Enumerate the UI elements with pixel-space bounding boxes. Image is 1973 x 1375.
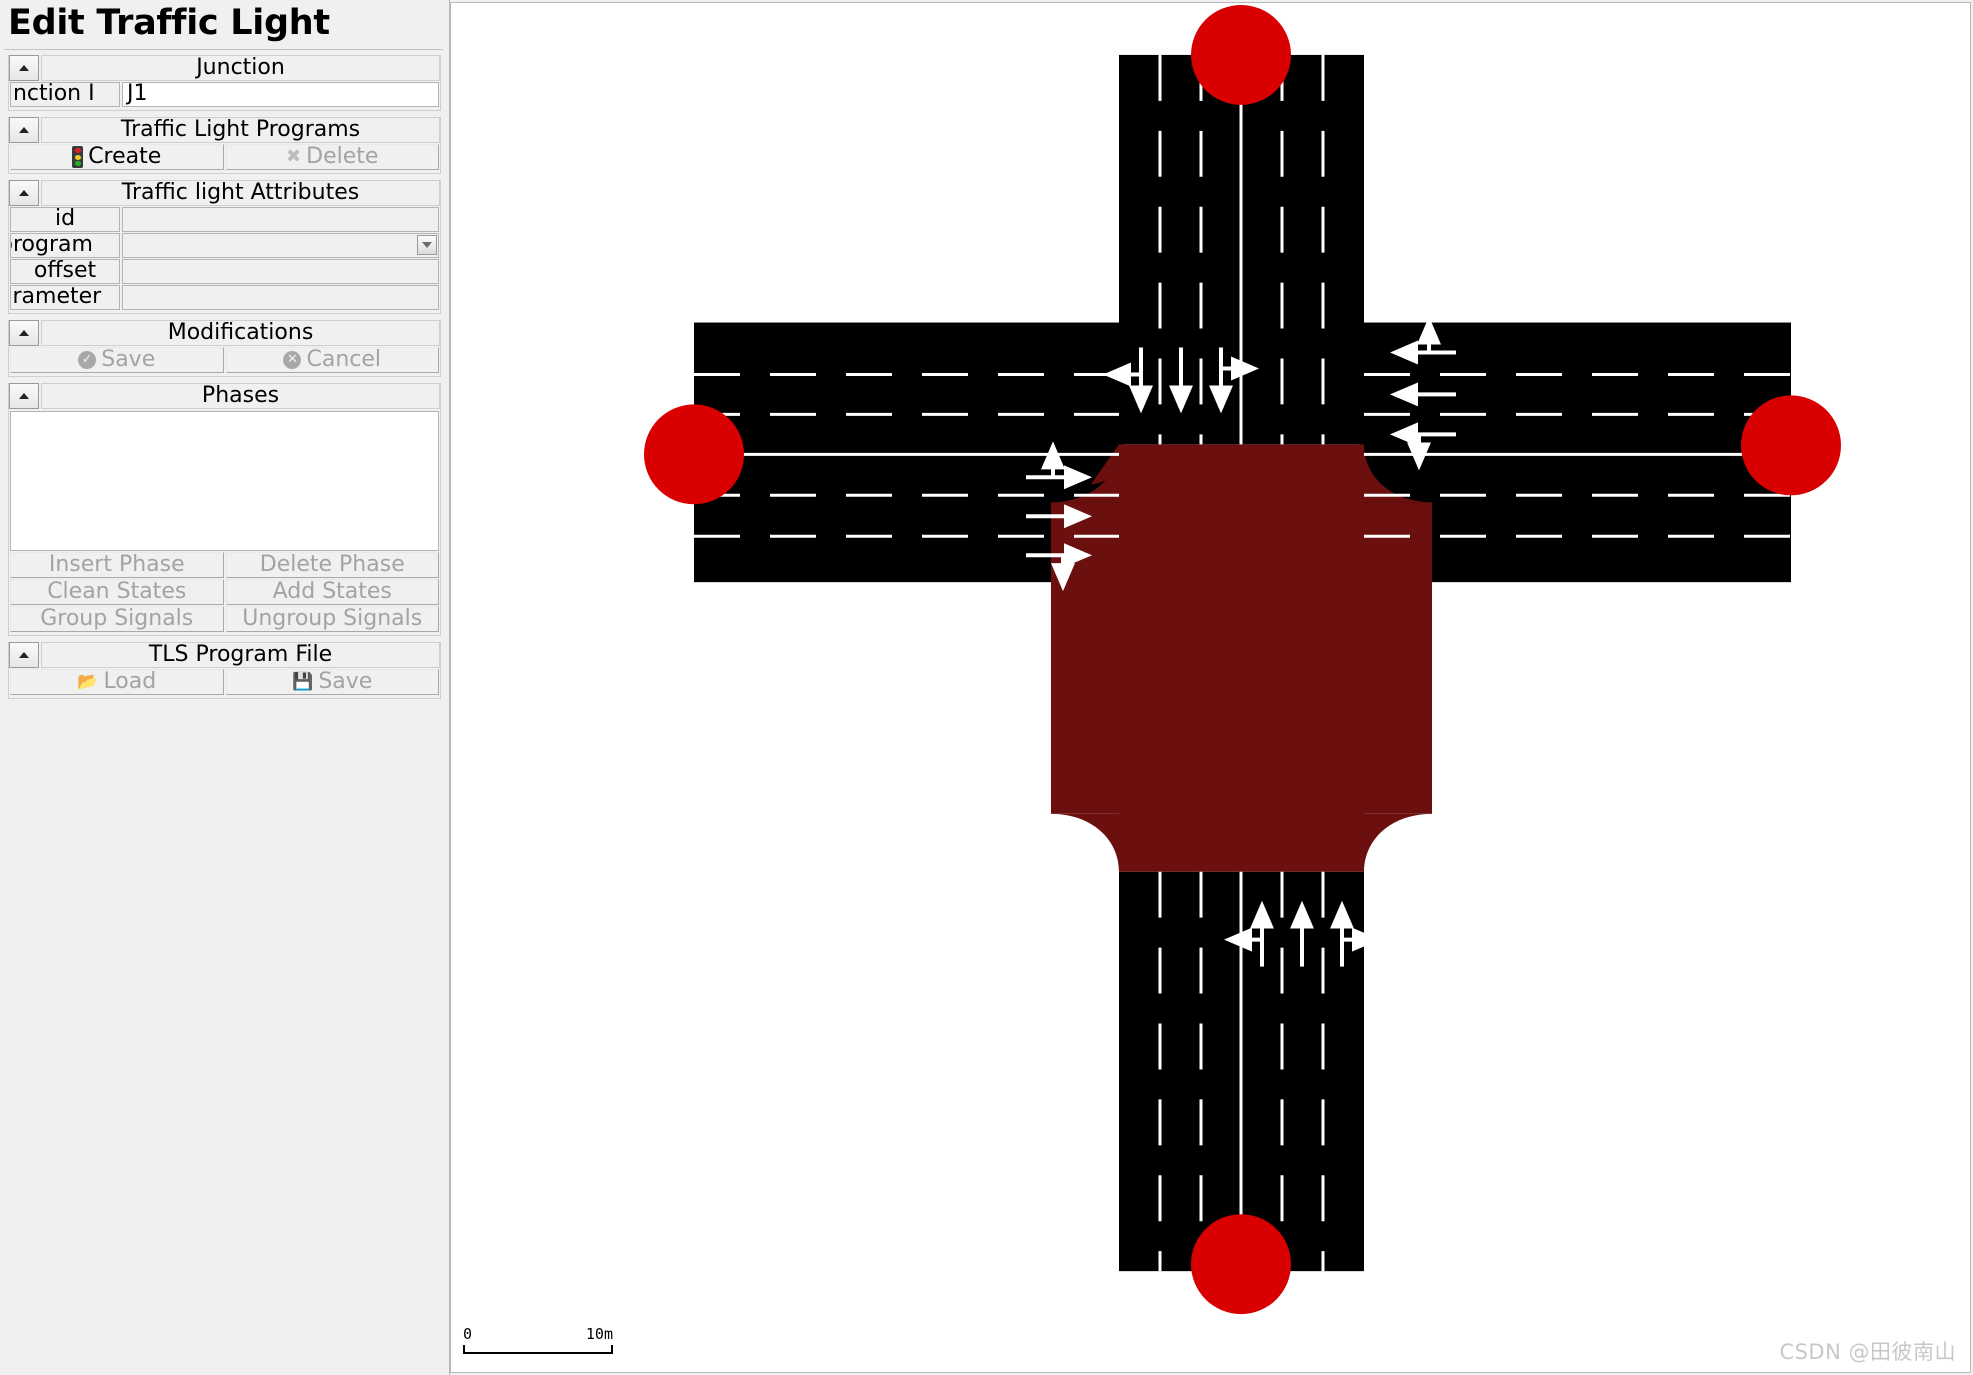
tls-signal-south bbox=[1191, 1214, 1291, 1315]
modifications-collapse-button[interactable] bbox=[9, 320, 39, 346]
modifications-group-header: Modifications bbox=[9, 320, 440, 346]
delete-x-icon: ✖ bbox=[286, 146, 302, 167]
attribute-label-program: program bbox=[10, 233, 120, 258]
network-view[interactable]: .rd { fill: #000000; } .jn { fill: #6b0f… bbox=[451, 3, 1970, 1372]
triangle-up-icon bbox=[19, 393, 29, 399]
triangle-up-icon bbox=[19, 65, 29, 71]
delete-program-button[interactable]: ✖ Delete bbox=[225, 144, 439, 170]
floppy-disk-icon: 💾 bbox=[292, 671, 314, 692]
tls-file-collapse-button[interactable] bbox=[9, 642, 39, 668]
page-title: Edit Traffic Light bbox=[8, 3, 330, 43]
junction-group-header: Junction bbox=[9, 55, 440, 81]
ungroup-signals-button[interactable]: Ungroup Signals bbox=[225, 606, 439, 632]
save-tls-file-label: Save bbox=[318, 669, 373, 694]
chevron-down-icon[interactable] bbox=[417, 235, 437, 255]
attribute-input-parameter[interactable] bbox=[122, 285, 439, 310]
save-tls-file-button[interactable]: 💾 Save bbox=[225, 669, 439, 695]
save-modifications-label: Save bbox=[101, 347, 156, 372]
scale-bar: 0 10m bbox=[463, 1325, 613, 1354]
tls-file-group-header: TLS Program File bbox=[9, 642, 440, 668]
add-states-button[interactable]: Add States bbox=[225, 579, 439, 605]
attribute-row-program: program bbox=[10, 233, 439, 258]
load-tls-file-button[interactable]: 📂 Load bbox=[10, 669, 224, 695]
triangle-up-icon bbox=[19, 330, 29, 336]
attribute-input-id[interactable] bbox=[122, 207, 439, 232]
phases-group-title: Phases bbox=[41, 383, 440, 409]
folder-open-icon: 📂 bbox=[77, 671, 99, 692]
attribute-label-parameter: arameter bbox=[10, 285, 120, 310]
title-divider bbox=[4, 49, 443, 50]
modifications-group-title: Modifications bbox=[41, 320, 440, 346]
triangle-up-icon bbox=[19, 190, 29, 196]
clean-states-button[interactable]: Clean States bbox=[10, 579, 224, 605]
create-program-label: Create bbox=[88, 144, 162, 169]
save-modifications-button[interactable]: ✓ Save bbox=[10, 347, 224, 373]
junction-group-title: Junction bbox=[41, 55, 440, 81]
modifications-group: Modifications ✓ Save ✕ Cancel bbox=[8, 320, 441, 377]
scale-bar-line bbox=[463, 1345, 613, 1354]
create-program-button[interactable]: Create bbox=[10, 144, 224, 170]
junction-id-label: unction I bbox=[10, 82, 120, 107]
attribute-label-id: id bbox=[10, 207, 120, 232]
junction-collapse-button[interactable] bbox=[9, 55, 39, 81]
programs-group-title: Traffic Light Programs bbox=[41, 117, 440, 143]
phases-group: Phases Insert Phase Delete Phase Clean S… bbox=[8, 383, 441, 636]
attributes-collapse-button[interactable] bbox=[9, 180, 39, 206]
attribute-select-program[interactable] bbox=[122, 233, 439, 258]
traffic-light-programs-group: Traffic Light Programs Create ✖ Delete bbox=[8, 117, 441, 174]
watermark-text: CSDN @田彼南山 bbox=[1779, 1340, 1956, 1364]
attributes-group-header: Traffic light Attributes bbox=[9, 180, 440, 206]
attribute-row-offset: offset bbox=[10, 259, 439, 284]
delete-phase-button[interactable]: Delete Phase bbox=[225, 552, 439, 578]
junction-shape-group bbox=[1051, 444, 1432, 872]
phases-button-row-2: Clean States Add States bbox=[10, 579, 439, 605]
phases-button-row-3: Group Signals Ungroup Signals bbox=[10, 606, 439, 632]
programs-collapse-button[interactable] bbox=[9, 117, 39, 143]
phases-list[interactable] bbox=[10, 411, 439, 551]
tls-file-group-title: TLS Program File bbox=[41, 642, 440, 668]
cancel-modifications-button[interactable]: ✕ Cancel bbox=[225, 347, 439, 373]
scale-end-label: 10m bbox=[585, 1325, 613, 1343]
cancel-modifications-label: Cancel bbox=[306, 347, 382, 372]
junction-id-row: unction I J1 bbox=[10, 82, 439, 107]
programs-group-header: Traffic Light Programs bbox=[9, 117, 440, 143]
check-circle-icon: ✓ bbox=[78, 351, 97, 369]
edit-traffic-light-window: Edit Traffic Light Junction unction I J1… bbox=[0, 0, 1973, 1375]
scale-start-label: 0 bbox=[463, 1325, 473, 1343]
tls-file-button-row: 📂 Load 💾 Save bbox=[10, 669, 439, 695]
delete-program-label: Delete bbox=[306, 144, 379, 169]
group-signals-button[interactable]: Group Signals bbox=[10, 606, 224, 632]
attribute-label-offset: offset bbox=[10, 259, 120, 284]
junction-group: Junction unction I J1 bbox=[8, 55, 441, 111]
junction-id-input[interactable]: J1 bbox=[122, 82, 439, 107]
programs-button-row: Create ✖ Delete bbox=[10, 144, 439, 170]
traffic-light-icon bbox=[72, 146, 84, 168]
phases-group-header: Phases bbox=[9, 383, 440, 409]
triangle-up-icon bbox=[19, 652, 29, 658]
triangle-up-icon bbox=[19, 127, 29, 133]
attribute-row-parameter: arameter bbox=[10, 285, 439, 310]
tls-program-file-group: TLS Program File 📂 Load 💾 Save bbox=[8, 642, 441, 699]
tls-signal-east bbox=[1741, 395, 1841, 496]
traffic-light-attributes-group: Traffic light Attributes id program offs… bbox=[8, 180, 441, 314]
insert-phase-button[interactable]: Insert Phase bbox=[10, 552, 224, 578]
attributes-group-title: Traffic light Attributes bbox=[41, 180, 440, 206]
attribute-input-offset[interactable] bbox=[122, 259, 439, 284]
tls-signal-west bbox=[644, 404, 744, 505]
load-tls-file-label: Load bbox=[103, 669, 157, 694]
modifications-button-row: ✓ Save ✕ Cancel bbox=[10, 347, 439, 373]
sidebar-panel: Edit Traffic Light Junction unction I J1… bbox=[0, 0, 450, 1375]
phases-button-row-1: Insert Phase Delete Phase bbox=[10, 552, 439, 578]
tls-signal-north bbox=[1191, 4, 1291, 105]
phases-collapse-button[interactable] bbox=[9, 383, 39, 409]
network-canvas[interactable]: .rd { fill: #000000; } .jn { fill: #6b0f… bbox=[450, 2, 1971, 1373]
x-circle-icon: ✕ bbox=[283, 351, 302, 369]
attribute-row-id: id bbox=[10, 207, 439, 232]
